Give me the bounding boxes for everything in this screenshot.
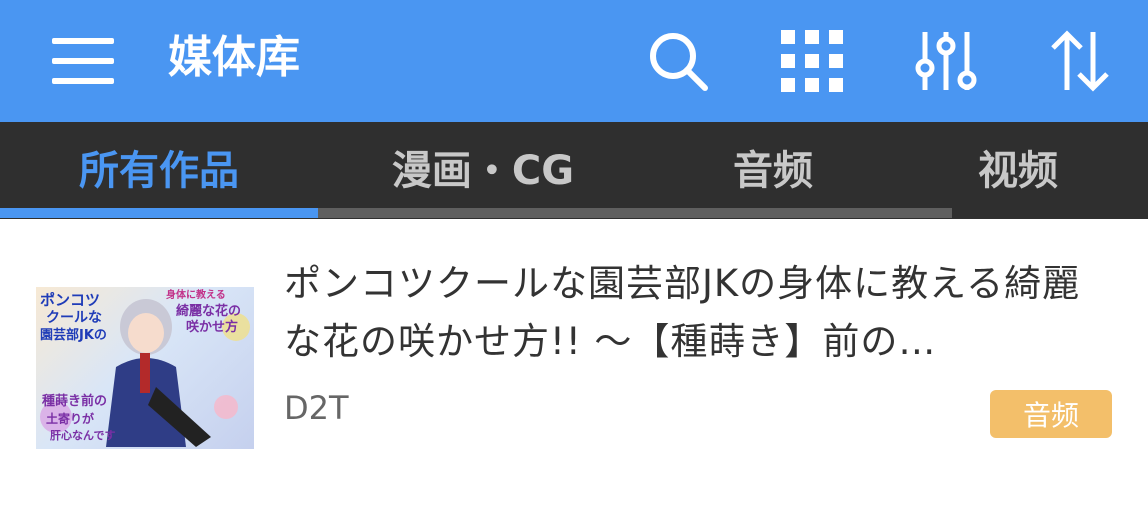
filter-sliders-icon[interactable] xyxy=(908,0,984,122)
tab-video[interactable]: 视频 xyxy=(898,122,1138,212)
cover-text-3: 園芸部JKの xyxy=(40,328,107,343)
work-type-badge: 音频 xyxy=(990,390,1112,438)
cover-text-4: 身体に教える xyxy=(166,290,226,301)
page-title: 媒体库 xyxy=(168,32,300,83)
cover-text-7: 種蒔き前の xyxy=(42,394,108,409)
cover-text-6: 咲かせ方 xyxy=(186,320,239,335)
tab-audio[interactable]: 音频 xyxy=(648,122,898,212)
list-item[interactable]: ポンコツ クールな 園芸部JKの 身体に教える 綺麗な花の 咲かせ方 種蒔き前の… xyxy=(0,219,1148,505)
cover-text-9: 肝心なんです xyxy=(50,429,116,442)
cover-text-8: 土寄りが xyxy=(46,412,95,426)
cover-text-2: クールな xyxy=(46,310,102,326)
cover-text-1: ポンコツ xyxy=(40,291,101,309)
work-title: ポンコツクールな園芸部JKの身体に教える綺麗な花の咲かせ方!! 〜【種蒔き】前の… xyxy=(284,262,1081,363)
work-circle-name: D2T xyxy=(284,389,349,427)
grid-icon[interactable] xyxy=(774,0,850,122)
category-tabs: 所有作品 漫画・CG 音频 视频 xyxy=(0,122,1148,219)
sort-icon[interactable] xyxy=(1042,0,1118,122)
tab-all-works[interactable]: 所有作品 xyxy=(0,122,318,212)
work-cover-image: ポンコツ クールな 園芸部JKの 身体に教える 綺麗な花の 咲かせ方 種蒔き前の… xyxy=(36,287,254,449)
app-bar: 媒体库 xyxy=(0,0,1148,122)
search-icon[interactable] xyxy=(640,0,716,122)
menu-icon[interactable] xyxy=(40,0,126,122)
tab-manga-cg[interactable]: 漫画・CG xyxy=(318,122,648,212)
tab-indicator xyxy=(0,208,318,218)
cover-text-5: 綺麗な花の xyxy=(176,304,242,319)
